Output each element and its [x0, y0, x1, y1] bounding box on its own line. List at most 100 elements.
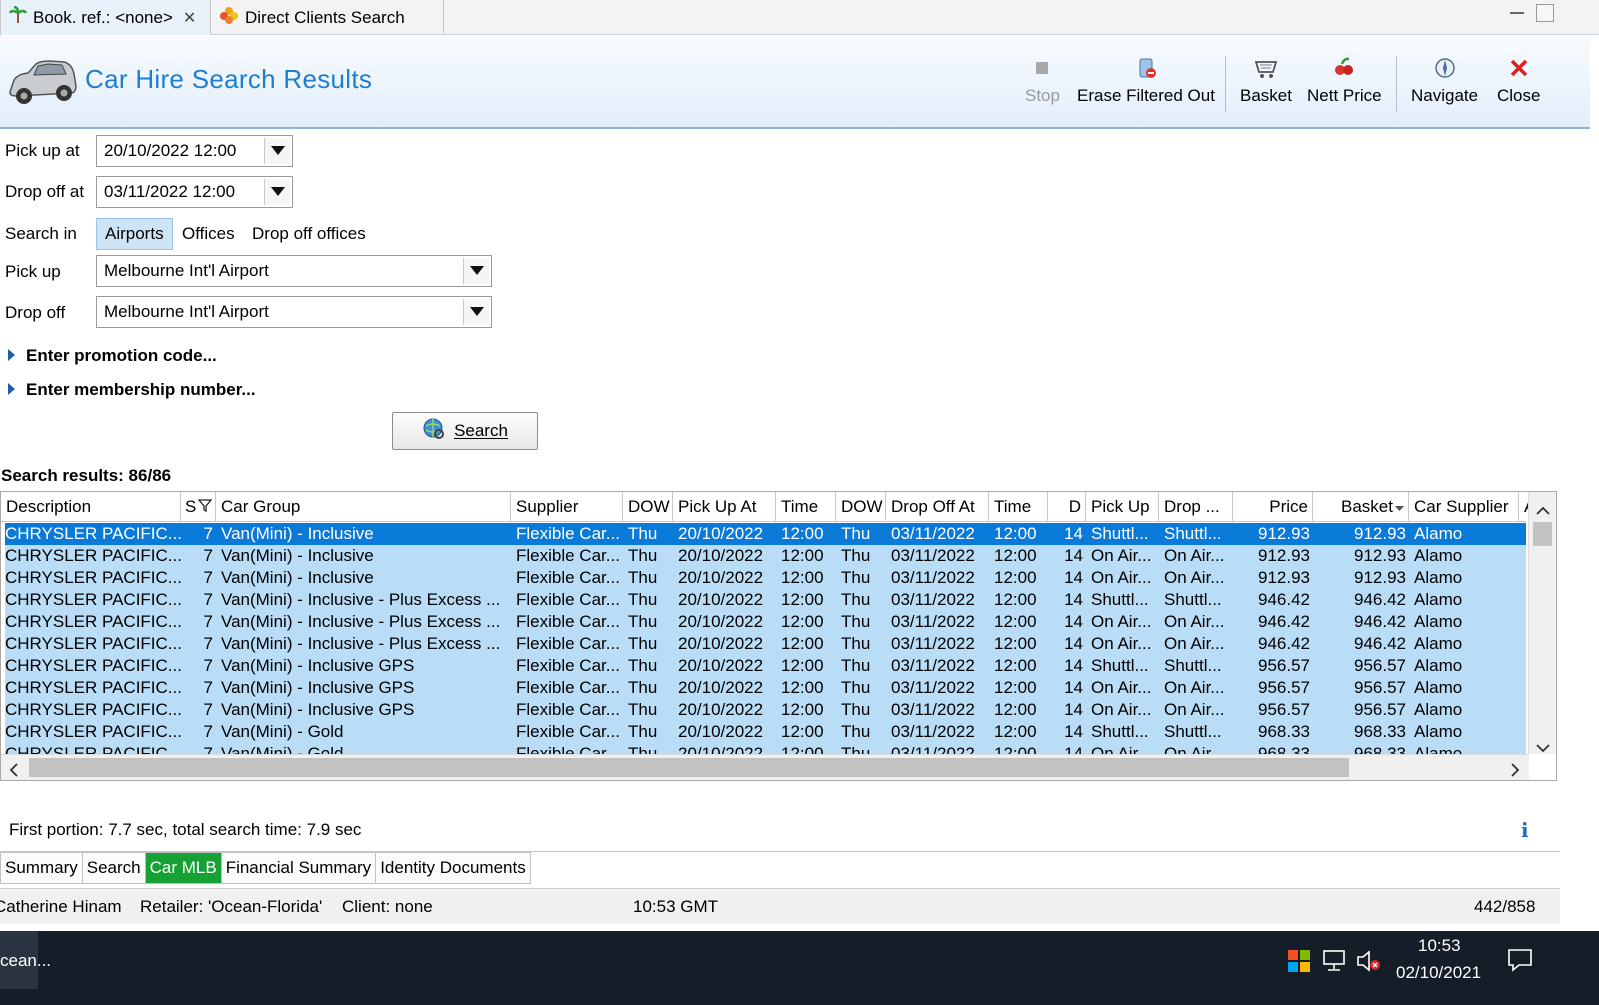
pickup-location-select[interactable]: Melbourne Int'l Airport [96, 255, 492, 287]
chevron-down-icon[interactable] [264, 138, 290, 164]
search-button[interactable]: Search [392, 412, 538, 450]
column-header[interactable]: Time [776, 492, 836, 522]
search-in-airports[interactable]: Airports [96, 218, 173, 250]
maximize-icon[interactable] [1536, 4, 1554, 22]
column-header[interactable]: DOW [623, 492, 673, 522]
navigate-button[interactable]: Navigate [1411, 56, 1478, 106]
table-row[interactable]: CHRYSLER PACIFIC... 7 Van(Mini) - Inclusiv… [5, 611, 1526, 633]
dropoff-at-field[interactable]: 03/11/2022 12:00 [96, 176, 293, 208]
info-icon[interactable]: i [1521, 818, 1529, 842]
column-header[interactable]: Time [989, 492, 1048, 522]
column-header[interactable]: Car Supplier [1409, 492, 1519, 522]
table-cell: Shuttl... [1164, 524, 1222, 543]
column-header[interactable]: Car Group [216, 492, 511, 522]
nett-price-button[interactable]: Nett Price [1307, 56, 1382, 106]
column-header[interactable]: Drop Off At [886, 492, 989, 522]
table-cell: 968.33 [1354, 722, 1406, 741]
table-cell: 03/11/2022 [891, 590, 975, 609]
search-in-drop-off-offices[interactable]: Drop off offices [244, 218, 374, 250]
table-cell: Thu [628, 656, 658, 675]
status-retailer: Retailer: 'Ocean-Florida' [140, 897, 323, 916]
table-cell: 03/11/2022 [891, 656, 975, 675]
office-icon[interactable] [1287, 949, 1311, 978]
table-cell: 20/10/2022 [678, 524, 764, 543]
table-row[interactable]: CHRYSLER PACIFIC... 7 Van(Mini) - Inclusiv… [5, 589, 1526, 611]
notifications-icon[interactable] [1507, 947, 1533, 978]
table-cell: 956.57 [1354, 656, 1406, 675]
table-cell: 03/11/2022 [891, 678, 975, 697]
erase-filtered-out-button[interactable]: Erase Filtered Out [1077, 56, 1215, 106]
table-cell: 956.57 [1258, 656, 1310, 675]
table-cell: 956.57 [1258, 678, 1310, 697]
column-header[interactable]: Drop ... [1159, 492, 1233, 522]
tab-direct-clients-search[interactable]: Direct Clients Search [211, 0, 444, 35]
column-header[interactable]: D [1048, 492, 1086, 522]
dropoff-location-select[interactable]: Melbourne Int'l Airport [96, 296, 492, 328]
table-row[interactable]: CHRYSLER PACIFIC... 7 Van(Mini) - Gold Flex… [5, 721, 1526, 743]
table-row[interactable]: CHRYSLER PACIFIC... 7 Van(Mini) - Inclusiv… [5, 567, 1526, 589]
network-icon[interactable] [1322, 949, 1348, 978]
table-cell: 7 [203, 700, 213, 719]
vertical-scrollbar[interactable] [1528, 492, 1556, 754]
column-header[interactable]: Pick Up [1086, 492, 1159, 522]
chevron-right-icon[interactable] [1511, 762, 1520, 780]
membership-number-expander[interactable]: Enter membership number... [8, 380, 256, 400]
search-in-label: Search in [5, 224, 77, 243]
table-cell: 7 [203, 612, 213, 631]
results-table[interactable]: Description S Car Group Supplier DOW Pick Up … [0, 491, 1557, 781]
taskbar-clock-time: 10:53 [1418, 936, 1461, 955]
column-header[interactable]: Pick Up At [673, 492, 776, 522]
table-cell: 14 [1064, 700, 1083, 719]
scroll-thumb[interactable] [29, 758, 1349, 777]
chevron-down-icon[interactable] [1536, 738, 1550, 758]
table-cell: 12:00 [994, 700, 1037, 719]
table-row[interactable]: CHRYSLER PACIFIC... 7 Van(Mini) - Inclusiv… [5, 633, 1526, 655]
tab-search[interactable]: Search [82, 852, 146, 884]
table-cell: Thu [841, 678, 871, 697]
table-cell: CHRYSLER PACIFIC... [5, 546, 181, 565]
horizontal-scrollbar[interactable] [1, 754, 1529, 780]
close-tab-icon[interactable]: ✕ [183, 8, 196, 28]
table-cell: 12:00 [781, 568, 824, 587]
chevron-down-icon[interactable] [463, 299, 489, 325]
scroll-thumb[interactable] [1533, 522, 1552, 546]
table-cell: On Air... [1091, 612, 1152, 631]
close-button[interactable]: Close [1497, 56, 1540, 106]
table-row[interactable]: CHRYSLER PACIFIC... 7 Van(Mini) - Inclusiv… [5, 545, 1526, 567]
minimize-icon[interactable] [1510, 4, 1528, 22]
tab-booking[interactable]: Book. ref.: <none> ✕ [0, 0, 211, 35]
tab-financial-summary[interactable]: Financial Summary [221, 852, 377, 884]
chevron-down-icon[interactable] [264, 179, 290, 205]
search-in-offices[interactable]: Offices [174, 218, 243, 250]
column-header[interactable]: Price [1233, 492, 1313, 522]
table-row[interactable]: CHRYSLER PACIFIC... 7 Van(Mini) - Inclusiv… [5, 699, 1526, 721]
page-title: Car Hire Search Results [85, 64, 373, 94]
column-header[interactable]: Basket [1313, 492, 1409, 522]
basket-button[interactable]: Basket [1240, 56, 1292, 106]
table-row[interactable]: CHRYSLER PACIFIC... 7 Van(Mini) - Inclusiv… [5, 655, 1526, 677]
chevron-up-icon[interactable] [1536, 500, 1550, 520]
table-row[interactable]: CHRYSLER PACIFIC... 7 Van(Mini) - Inclusiv… [5, 677, 1526, 699]
chevron-left-icon[interactable] [9, 762, 18, 780]
stop-button[interactable]: Stop [1025, 56, 1060, 106]
status-time: 10:53 GMT [633, 897, 719, 916]
table-cell: 7 [203, 546, 213, 565]
promotion-code-expander[interactable]: Enter promotion code... [8, 346, 217, 366]
filter-icon[interactable] [197, 497, 213, 517]
chevron-down-icon[interactable] [463, 258, 489, 284]
pickup-at-field[interactable]: 20/10/2022 12:00 [96, 135, 293, 167]
table-cell: 20/10/2022 [678, 678, 764, 697]
column-header[interactable]: S [181, 492, 216, 522]
column-header[interactable]: Supplier [511, 492, 623, 522]
table-cell: 03/11/2022 [891, 568, 975, 587]
tab-car-mlb[interactable]: Car MLB [145, 852, 222, 884]
tab-summary[interactable]: Summary [0, 852, 83, 884]
column-header[interactable]: DOW [836, 492, 886, 522]
table-cell: On Air... [1164, 546, 1225, 565]
volume-muted-icon[interactable] [1356, 949, 1382, 978]
tab-identity-documents[interactable]: Identity Documents [376, 852, 531, 884]
table-row[interactable]: CHRYSLER PACIFIC... 7 Van(Mini) - Inclusiv… [5, 523, 1526, 545]
table-cell: Thu [628, 700, 658, 719]
table-cell: Van(Mini) - Inclusive - Plus Excess ... [221, 634, 501, 653]
column-header[interactable]: Description [1, 492, 181, 522]
